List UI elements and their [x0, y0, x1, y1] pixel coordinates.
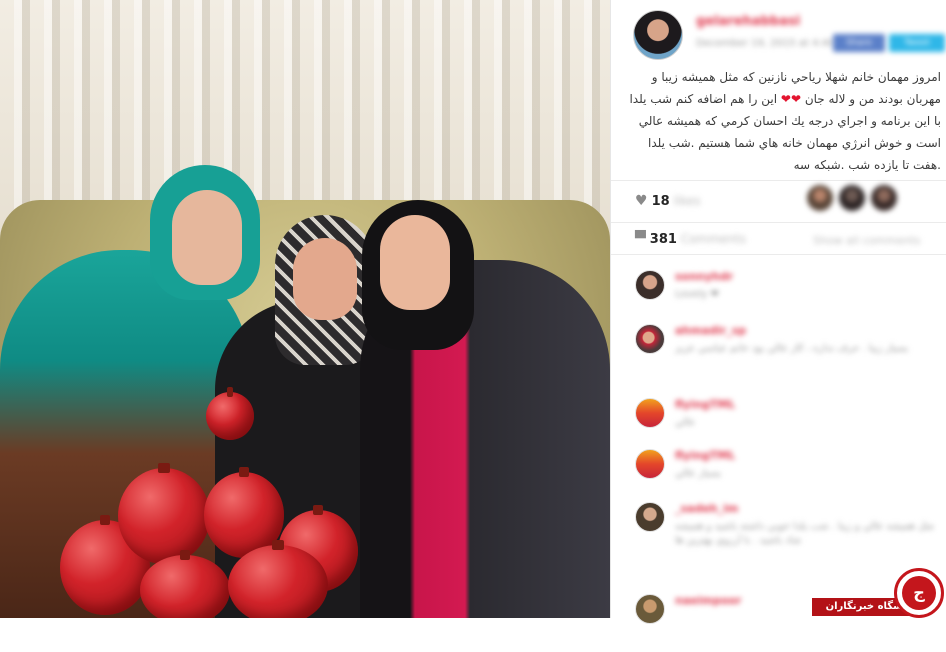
pomegranate [118, 463, 210, 564]
likes-stat[interactable]: ♥ 18 likes [635, 193, 700, 209]
divider [611, 254, 946, 255]
likes-label: likes [673, 194, 701, 208]
post-header: gelarehabbasi December 19, 2015 at 4:40 … [611, 0, 946, 62]
comment-username[interactable]: sonnyhdr [675, 270, 733, 283]
post-sidebar: gelarehabbasi December 19, 2015 at 4:40 … [610, 0, 946, 624]
divider [611, 180, 946, 181]
comment-item: sonnyhdr Lovely ❤ [611, 268, 946, 328]
comment-text: Lovely ❤ [675, 289, 719, 300]
comment-item: ahmadir_sp بسيار زيبا . حرف نداره ، كار … [611, 322, 946, 382]
comment-username[interactable]: naeimpoor [675, 594, 741, 607]
comments-stat[interactable]: ▀ 381 Comments [635, 231, 746, 247]
avatar[interactable] [635, 270, 665, 300]
likers-avatars[interactable] [807, 185, 903, 215]
comment-username[interactable]: ahmadir_sp [675, 324, 746, 337]
post-photo[interactable] [0, 0, 610, 618]
facebook-share-button[interactable]: Share [833, 34, 885, 52]
comment-item: flyingTML بسيار عالي [611, 447, 946, 507]
heart-icon: ♥ [635, 193, 648, 209]
comment-icon: ▀ [635, 231, 646, 247]
post-caption: امروز مهمان خانم شهلا رياحي نازنين كه مث… [625, 66, 941, 176]
pomegranate [206, 387, 254, 440]
avatar[interactable] [635, 398, 665, 428]
brand-logo-glyph: ج [902, 576, 936, 610]
avatar[interactable] [635, 502, 665, 532]
post-username[interactable]: gelarehabbasi [696, 14, 800, 29]
avatar[interactable] [871, 185, 897, 211]
comment-text: بسيار عالي [675, 468, 722, 479]
post-date: December 19, 2015 at 4:40 [696, 38, 835, 49]
avatar[interactable] [635, 324, 665, 354]
comment-username[interactable]: flyingTML [675, 449, 735, 462]
comment-text: مثل هميشه عالي و زيبا . شب يلدا خوبي داش… [675, 521, 934, 546]
comment-item: _sadeh_im مثل هميشه عالي و زيبا . شب يلد… [611, 500, 946, 560]
pomegranate [228, 540, 328, 618]
comment-text: عالي [675, 417, 696, 428]
curtain-background [0, 0, 610, 230]
avatar[interactable] [635, 449, 665, 479]
comments-label: Comments [680, 232, 746, 246]
avatar[interactable] [633, 10, 683, 60]
avatar[interactable] [839, 185, 865, 211]
heart-emoji-icon: ❤❤ [780, 92, 801, 106]
twitter-share-button[interactable]: Tweet [889, 34, 945, 52]
comments-count: 381 [649, 232, 677, 247]
pomegranate [140, 550, 230, 618]
avatar[interactable] [807, 185, 833, 211]
comment-username[interactable]: _sadeh_im [675, 502, 738, 515]
brand-logo-icon: ج [894, 568, 944, 618]
comment-username[interactable]: flyingTML [675, 398, 735, 411]
likes-count: 18 [651, 194, 670, 209]
comment-text: بسيار زيبا . حرف نداره ، كار عالي بود خا… [675, 343, 909, 354]
brand-watermark: باشگاه خبرنگاران ج [812, 568, 946, 618]
show-all-comments-link[interactable]: Show all comments [813, 234, 921, 247]
avatar[interactable] [635, 594, 665, 624]
divider [611, 222, 946, 223]
